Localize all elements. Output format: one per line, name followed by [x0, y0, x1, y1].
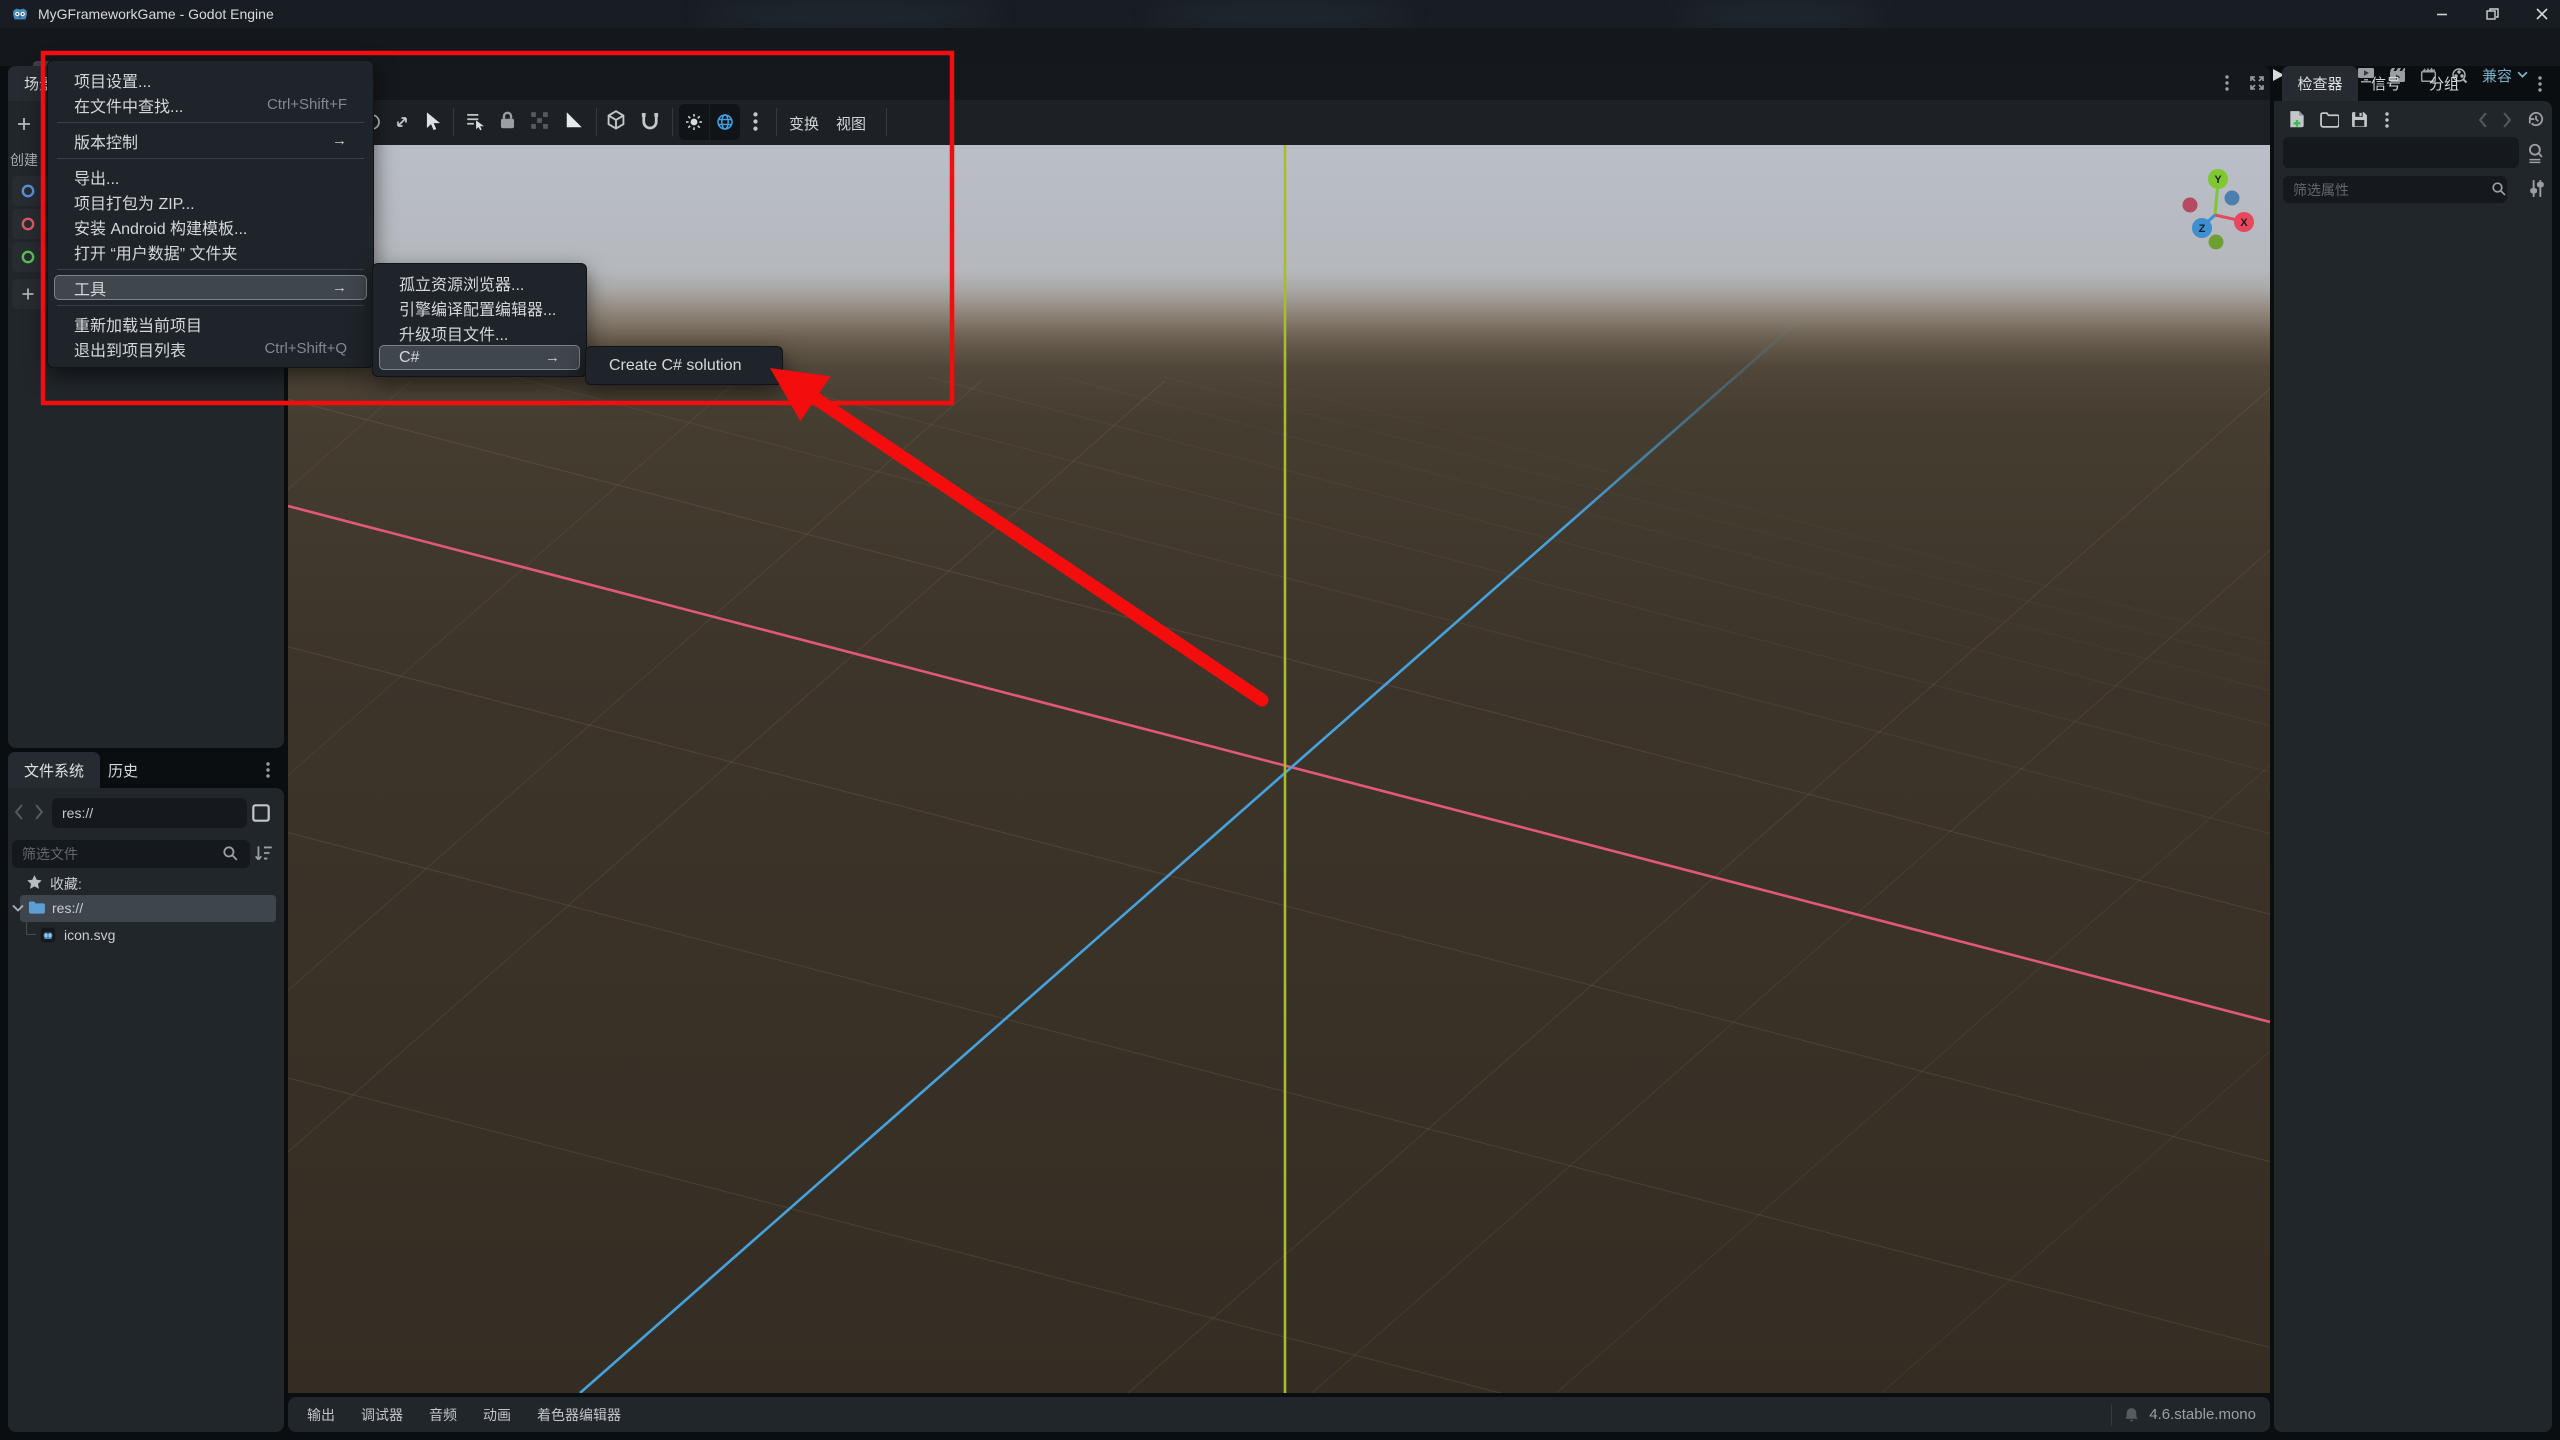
renderer-dropdown[interactable]: 兼容 [2482, 65, 2528, 86]
menu-bar: 场景 项目 调试 编辑器 帮助 2D 3D 脚本 游戏 [0, 28, 2560, 88]
viewport-toolbar [288, 100, 2270, 145]
tab-signals[interactable]: 信号 [2362, 66, 2410, 101]
tree-row-icon-svg[interactable]: icon.svg [40, 924, 115, 946]
fs-path-field[interactable] [52, 798, 247, 828]
tab-filesystem[interactable]: 文件系统 [8, 752, 100, 788]
preview-sun-toggle[interactable] [679, 104, 709, 140]
godot-file-icon [40, 927, 56, 943]
menu-item-export[interactable]: 导出... [48, 164, 373, 189]
minimize-button[interactable] [2432, 4, 2452, 24]
group-icon[interactable] [530, 111, 549, 130]
menu-item-find-in-files[interactable]: 在文件中查找... Ctrl+Shift+F [48, 92, 373, 117]
fs-back-icon[interactable] [14, 804, 24, 820]
folder-icon [28, 901, 45, 914]
project-menu-popup: 项目设置... 在文件中查找... Ctrl+Shift+F 版本控制 → 导出..… [47, 60, 374, 368]
menu-item-upgrade-project-files[interactable]: 升级项目文件... [373, 320, 586, 345]
bottom-panel-bar: 输出 调试器 音频 动画 着色器编辑器 4.6.stable.mono [288, 1397, 2270, 1432]
menu-item-csharp[interactable]: C# → [379, 345, 580, 370]
preview-environment-toggle[interactable] [710, 104, 740, 140]
fs-sort-icon[interactable] [254, 843, 274, 863]
inspector-dock-menu-icon[interactable] [2538, 76, 2542, 92]
node-name-bar [2283, 137, 2519, 168]
window-title: MyGFrameworkGame - Godot Engine [38, 6, 274, 22]
notification-bell-icon[interactable] [2124, 1407, 2139, 1423]
view-menu[interactable]: 视图 [836, 113, 866, 134]
menu-item-project-settings[interactable]: 项目设置... [48, 67, 373, 92]
debugger-button[interactable]: 调试器 [348, 1397, 416, 1432]
list-select-icon[interactable] [465, 111, 485, 132]
favorites-label: 收藏: [50, 876, 82, 892]
history-back-icon[interactable] [2478, 112, 2488, 128]
menu-item-install-android-template[interactable]: 安装 Android 构建模板... [48, 214, 373, 239]
distraction-free-icon[interactable] [2246, 73, 2268, 93]
tree-row-res-root[interactable]: res:// [12, 895, 276, 922]
csharp-submenu-popup: Create C# solution [585, 346, 783, 385]
create-root-label: 创建 [10, 152, 38, 168]
lock-icon[interactable] [498, 110, 517, 131]
godot-logo-icon [11, 5, 29, 23]
menu-item-quit-to-project-list[interactable]: 退出到项目列表 Ctrl+Shift+Q [48, 336, 373, 361]
gizmo-neg-y [2208, 234, 2224, 250]
snap-magnet-icon[interactable] [640, 110, 660, 131]
load-resource-icon[interactable] [2320, 112, 2339, 128]
tab-history[interactable]: 历史 [100, 752, 146, 788]
menu-item-open-user-data-folder[interactable]: 打开 “用户数据” 文件夹 [48, 239, 373, 264]
fs-filter-search-icon [222, 845, 239, 862]
save-resource-icon[interactable] [2351, 111, 2368, 128]
open-docs-icon[interactable] [2526, 142, 2546, 164]
select-tool-icon[interactable] [424, 111, 443, 132]
viewport-options-icon[interactable] [753, 112, 758, 131]
menu-item-engine-compile-config[interactable]: 引擎编译配置编辑器... [373, 295, 586, 320]
menu-item-reload-project[interactable]: 重新加载当前项目 [48, 311, 373, 336]
close-button[interactable] [2532, 4, 2552, 24]
history-forward-icon[interactable] [2502, 112, 2512, 128]
resource-options-icon[interactable] [2385, 112, 2389, 128]
tools-submenu-popup: 孤立资源浏览器... 引擎编译配置编辑器... 升级项目文件... C# → [372, 263, 587, 377]
scale-tool-icon[interactable] [392, 112, 412, 132]
object-history-icon[interactable] [2527, 110, 2545, 128]
svg-text:X: X [2240, 217, 2248, 229]
fs-forward-icon[interactable] [34, 804, 44, 820]
menu-item-pack-zip[interactable]: 项目打包为 ZIP... [48, 189, 373, 214]
fs-split-view-icon[interactable] [250, 802, 272, 824]
audio-button[interactable]: 音频 [416, 1397, 470, 1432]
svg-text:Y: Y [2214, 174, 2222, 186]
inspector-filter-search-icon [2491, 181, 2507, 197]
inspector-filter-input[interactable] [2283, 176, 2507, 203]
axis-gizmo[interactable]: Y X Z [2158, 157, 2270, 277]
menu-item-tools[interactable]: 工具 → [54, 275, 367, 300]
version-label: 4.6.stable.mono [2149, 1406, 2256, 1423]
scene-tab-bar [288, 66, 2270, 100]
scene-tab-menu-icon[interactable] [2220, 73, 2234, 93]
tab-inspector[interactable]: 检查器 [2282, 66, 2358, 101]
shader-editor-button[interactable]: 着色器编辑器 [524, 1397, 634, 1432]
animation-button[interactable]: 动画 [470, 1397, 524, 1432]
menu-item-version-control[interactable]: 版本控制 → [48, 128, 373, 153]
transform-menu[interactable]: 变换 [789, 113, 819, 134]
menu-item-orphan-resources[interactable]: 孤立资源浏览器... [373, 270, 586, 295]
godot-editor-window: MyGFrameworkGame - Godot Engine 场景 项目 调试… [0, 0, 2560, 1440]
new-scene-tab-button[interactable] [385, 73, 405, 93]
svg-text:Z: Z [2199, 223, 2206, 235]
menu-item-create-csharp-solution[interactable]: Create C# solution [586, 353, 782, 378]
title-bar: MyGFrameworkGame - Godot Engine [0, 0, 2560, 28]
favorites-star-icon [26, 874, 43, 891]
gizmo-neg-z [2224, 190, 2240, 206]
restore-button[interactable] [2482, 4, 2502, 24]
fs-filter-input[interactable] [12, 840, 250, 868]
output-button[interactable]: 输出 [294, 1397, 348, 1432]
filesystem-dock-menu-icon[interactable] [266, 762, 270, 778]
inspector-tune-icon[interactable] [2528, 179, 2546, 198]
add-node-button[interactable] [12, 112, 36, 136]
ruler-icon[interactable] [563, 111, 583, 131]
gizmo-neg-x [2182, 197, 2198, 213]
snap-object-icon[interactable] [606, 110, 626, 131]
new-resource-icon[interactable] [2288, 110, 2306, 130]
tab-groups[interactable]: 分组 [2420, 66, 2468, 101]
